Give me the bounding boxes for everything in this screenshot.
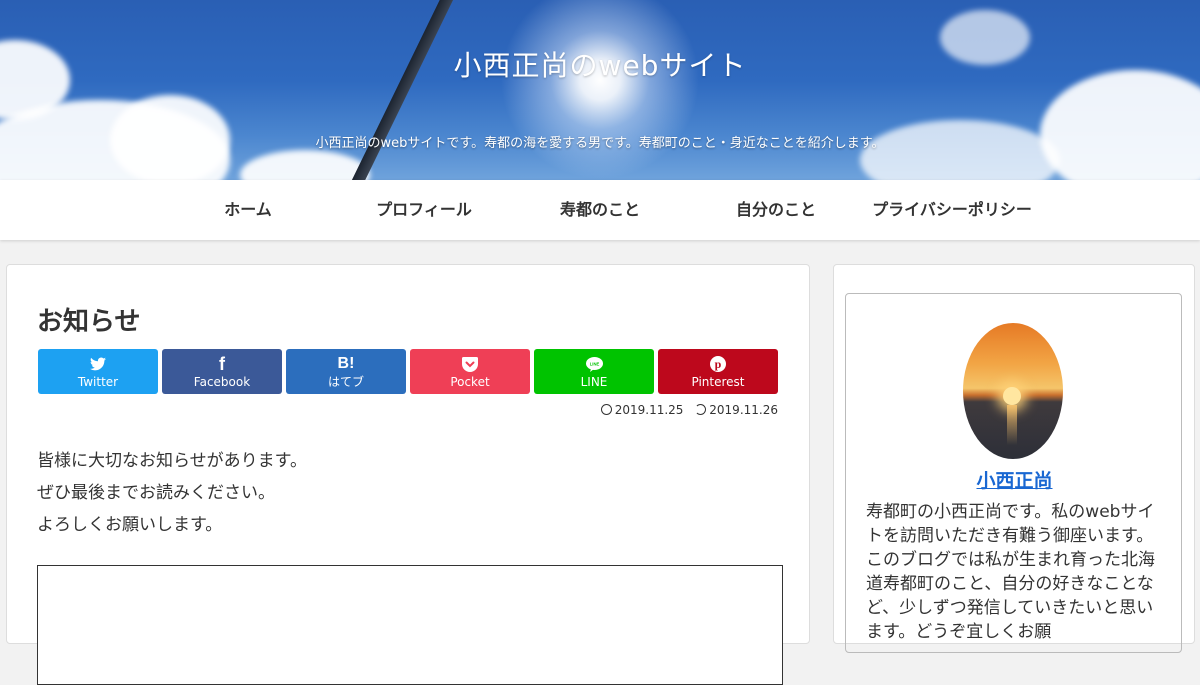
site-description: 小西正尚のwebサイトです。寿都の海を愛する男です。寿都町のこと・身近なことを紹… [315,136,885,151]
twitter-icon [38,354,158,374]
nav-item-home[interactable]: ホーム [160,180,336,240]
nav-item-suttsu[interactable]: 寿都のこと [512,180,688,240]
svg-text:LINE: LINE [589,361,599,366]
line-icon: LINE [534,354,654,374]
post-dates: 2019.11.25 2019.11.26 [593,403,778,417]
sunset-image [1003,387,1021,405]
avatar [963,323,1063,459]
updated-date: 2019.11.26 [695,403,778,417]
history-icon [695,404,707,415]
hatena-bookmark-icon: B! [337,355,355,372]
pinterest-icon: p [658,354,778,374]
article-paragraph: ぜひ最後までお読みください。 [37,483,275,503]
article-paragraph: 皆様に大切なお知らせがあります。 [37,451,307,471]
share-pocket-button[interactable]: Pocket [410,349,530,394]
facebook-icon: f [219,354,225,374]
share-pinterest-button[interactable]: p Pinterest [658,349,778,394]
clock-icon [600,404,612,415]
cloud-decoration [1040,70,1200,180]
share-hatena-button[interactable]: B! はてブ [286,349,406,394]
published-date: 2019.11.25 [600,403,683,417]
author-profile-box: 小西正尚 寿都町の小西正尚です。私のwebサイトを訪問いただき有難う御座います。… [845,293,1182,653]
cloud-decoration [240,150,370,180]
pocket-icon [410,354,530,374]
article-paragraph: よろしくお願いします。 [37,515,223,535]
wind-turbine-blade-decoration [346,0,467,180]
author-bio: 寿都町の小西正尚です。私のwebサイトを訪問いただき有難う御座います。このブログ… [866,502,1155,642]
share-twitter-button[interactable]: Twitter [38,349,158,394]
article-body: 皆様に大切なお知らせがあります。 ぜひ最後までお読みください。 よろしくお願いし… [37,445,307,541]
nav-item-privacy-policy[interactable]: プライバシーポリシー [864,180,1040,240]
share-facebook-button[interactable]: f Facebook [162,349,282,394]
svg-text:p: p [715,357,722,371]
sidebar: 小西正尚 寿都町の小西正尚です。私のwebサイトを訪問いただき有難う御座います。… [833,264,1195,653]
share-line-button[interactable]: LINE LINE [534,349,654,394]
page-title: お知らせ [37,307,141,337]
nav-item-about-me[interactable]: 自分のこと [688,180,864,240]
author-name-link[interactable]: 小西正尚 [846,466,1183,493]
sun-decoration [500,0,700,180]
site-header: 小西正尚のwebサイト 小西正尚のwebサイトです。寿都の海を愛する男です。寿都… [0,0,1200,180]
article-card: お知らせ Twitter f Facebook B! はてブ Pocket LI… [6,264,810,685]
main-navigation: ホーム プロフィール 寿都のこと 自分のこと プライバシーポリシー [0,180,1200,240]
nav-item-profile[interactable]: プロフィール [336,180,512,240]
embedded-content-box [37,565,783,685]
share-buttons: Twitter f Facebook B! はてブ Pocket LINE LI… [38,349,780,395]
site-title[interactable]: 小西正尚のwebサイト [0,44,1200,84]
